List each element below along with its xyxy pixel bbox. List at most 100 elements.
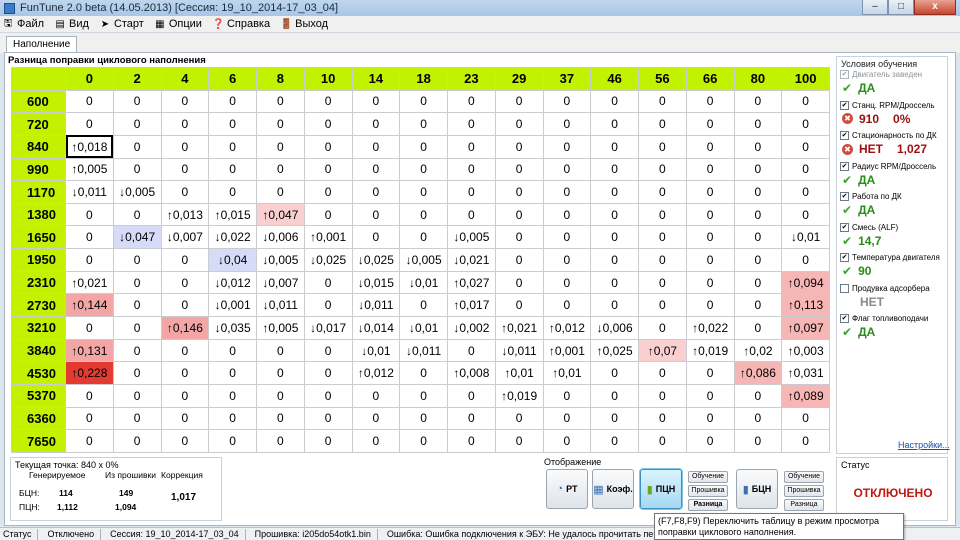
table-cell[interactable]: 0 [303, 338, 353, 363]
table-cell[interactable]: 0 [256, 180, 305, 204]
table-cell[interactable]: 0 [781, 202, 830, 227]
table-cell[interactable]: 0 [781, 157, 830, 182]
table-cell[interactable]: ↓0,04 [208, 248, 257, 272]
table-cell[interactable]: 0 [65, 89, 114, 114]
table-cell[interactable]: 0 [781, 180, 830, 204]
pcn-learning-button[interactable]: Обучение [688, 471, 728, 483]
table-cell[interactable]: ↓0,025 [351, 248, 401, 272]
table-cell[interactable]: 0 [256, 383, 305, 408]
table-cell[interactable]: ↓0,011 [494, 338, 544, 363]
table-cell[interactable]: 0 [112, 338, 162, 363]
table-cell[interactable]: ↑0,01 [542, 361, 592, 385]
bcn-difference-button[interactable]: Разница [784, 499, 824, 511]
table-cell[interactable]: ↑0,018 [65, 134, 114, 159]
table-cell[interactable]: 0 [351, 89, 401, 114]
table-cell[interactable]: 0 [303, 157, 353, 182]
table-cell[interactable]: 0 [160, 112, 210, 136]
table-cell[interactable]: 0 [160, 270, 210, 295]
table-cell[interactable]: 0 [447, 112, 496, 136]
table-cell[interactable]: ↑0,07 [638, 338, 687, 363]
table-cell[interactable]: ↓0,021 [447, 248, 496, 272]
table-cell[interactable]: 0 [447, 429, 496, 453]
table-cell[interactable]: 0 [638, 112, 687, 136]
table-cell[interactable]: 0 [494, 429, 544, 453]
table-cell[interactable]: 0 [160, 157, 210, 182]
table-cell[interactable]: 0 [112, 316, 162, 340]
table-cell[interactable]: 0 [399, 112, 448, 136]
table-cell[interactable]: 0 [399, 180, 448, 204]
table-cell[interactable]: 0 [685, 406, 735, 431]
table-cell[interactable]: ↑0,017 [447, 293, 496, 318]
table-cell[interactable]: ↑0,001 [542, 338, 592, 363]
table-cell[interactable]: ↓0,01 [399, 316, 448, 340]
table-cell[interactable]: ↓0,002 [447, 316, 496, 340]
condition-checkbox[interactable] [840, 283, 849, 293]
table-cell[interactable]: 0 [112, 429, 162, 453]
menu-item-2[interactable]: ➤ Старт [99, 18, 144, 30]
table-cell[interactable]: 0 [65, 429, 114, 453]
table-cell[interactable]: ↑0,008 [447, 361, 496, 385]
table-cell[interactable]: 0 [351, 383, 401, 408]
table-cell[interactable]: 0 [638, 270, 687, 295]
table-cell[interactable]: 0 [65, 316, 114, 340]
table-cell[interactable]: 0 [542, 89, 592, 114]
table-cell[interactable]: 0 [542, 202, 592, 227]
table-cell[interactable]: 0 [733, 429, 783, 453]
menu-item-3[interactable]: ▦ Опции [154, 18, 202, 30]
table-cell[interactable]: 0 [733, 406, 783, 431]
table-cell[interactable]: 0 [208, 383, 257, 408]
table-cell[interactable]: 0 [494, 202, 544, 227]
table-cell[interactable]: ↓0,047 [112, 225, 162, 250]
table-cell[interactable]: ↓0,007 [256, 270, 305, 295]
table-cell[interactable]: 0 [112, 134, 162, 159]
table-cell[interactable]: 0 [733, 293, 783, 318]
table-cell[interactable]: ↑0,019 [685, 338, 735, 363]
table-cell[interactable]: ↓0,006 [590, 316, 639, 340]
table-cell[interactable]: 0 [160, 180, 210, 204]
table-cell[interactable]: 0 [112, 361, 162, 385]
table-cell[interactable]: 0 [160, 293, 210, 318]
table-cell[interactable]: 0 [160, 361, 210, 385]
table-cell[interactable]: 0 [494, 248, 544, 272]
table-cell[interactable]: 0 [65, 225, 114, 250]
table-cell[interactable]: 0 [542, 225, 592, 250]
table-cell[interactable]: 0 [542, 383, 592, 408]
table-cell[interactable]: 0 [256, 157, 305, 182]
table-cell[interactable]: 0 [781, 429, 830, 453]
table-cell[interactable]: 0 [590, 112, 639, 136]
table-cell[interactable]: ↓0,011 [351, 293, 401, 318]
table-cell[interactable]: 0 [638, 406, 687, 431]
table-cell[interactable]: 0 [685, 429, 735, 453]
table-cell[interactable]: 0 [399, 406, 448, 431]
table-cell[interactable]: ↑0,021 [65, 270, 114, 295]
table-cell[interactable]: ↓0,005 [256, 248, 305, 272]
table-cell[interactable]: 0 [160, 429, 210, 453]
table-cell[interactable]: 0 [112, 383, 162, 408]
table-cell[interactable]: 0 [112, 270, 162, 295]
table-cell[interactable]: 0 [399, 89, 448, 114]
condition-checkbox[interactable]: ✔ [840, 222, 849, 232]
table-cell[interactable]: 0 [303, 361, 353, 385]
menu-item-0[interactable]: 🖫 Файл [2, 16, 44, 33]
table-cell[interactable]: ↓0,017 [303, 316, 353, 340]
table-cell[interactable]: 0 [494, 157, 544, 182]
table-cell[interactable]: 0 [638, 157, 687, 182]
table-cell[interactable]: 0 [685, 383, 735, 408]
table-cell[interactable]: 0 [590, 406, 639, 431]
condition-checkbox[interactable]: ✔ [840, 100, 849, 110]
table-cell[interactable]: 0 [160, 89, 210, 114]
table-cell[interactable]: 0 [208, 89, 257, 114]
bcn-learning-button[interactable]: Обучение [784, 471, 824, 483]
table-cell[interactable]: 0 [733, 112, 783, 136]
settings-link[interactable]: Настройки... [898, 440, 950, 450]
table-cell[interactable]: 0 [447, 406, 496, 431]
table-cell[interactable]: 0 [494, 112, 544, 136]
table-cell[interactable]: ↑0,01 [494, 361, 544, 385]
table-cell[interactable]: ↓0,006 [256, 225, 305, 250]
table-cell[interactable]: 0 [208, 180, 257, 204]
table-cell[interactable]: ↑0,146 [160, 316, 210, 340]
table-cell[interactable]: 0 [494, 134, 544, 159]
table-cell[interactable]: 0 [351, 202, 401, 227]
table-cell[interactable]: 0 [638, 293, 687, 318]
table-cell[interactable]: ↑0,027 [447, 270, 496, 295]
